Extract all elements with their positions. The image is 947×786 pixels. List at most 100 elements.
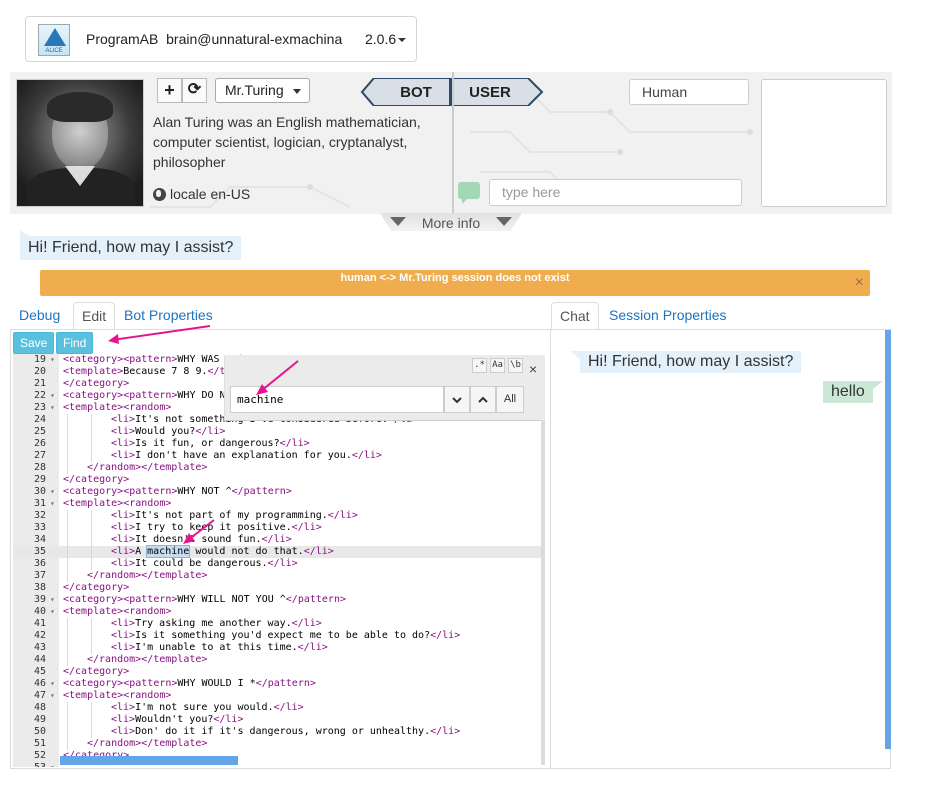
fold-arrow-icon[interactable]: ▾ <box>50 594 55 606</box>
code-line[interactable]: 41 <li>Try asking me another way.</li> <box>13 618 545 630</box>
code-text: <template><random> <box>63 690 172 701</box>
code-line[interactable]: 47 ▾ <template><random> <box>13 690 545 702</box>
indent-guide <box>67 438 68 450</box>
code-line[interactable]: 33 <li>I try to keep it positive.</li> <box>13 522 545 534</box>
indent-guide <box>67 714 68 726</box>
code-line[interactable]: 49 <li>Wouldn't you?</li> <box>13 714 545 726</box>
fold-arrow-icon[interactable]: ▾ <box>50 762 55 767</box>
line-number: 37 <box>33 570 46 581</box>
bot-description: Alan Turing was an English mathematician… <box>153 114 421 170</box>
brain-selector[interactable]: ALICE ProgramAB brain@unnatural-exmachin… <box>25 16 417 62</box>
code-line[interactable]: 51 </random></template> <box>13 738 545 750</box>
user-label[interactable]: USER <box>469 84 511 101</box>
tab-edit[interactable]: Edit <box>73 302 116 330</box>
code-line[interactable]: 43 <li>I'm unable to at this time.</li> <box>13 642 545 654</box>
code-line[interactable]: 46 ▾ <category><pattern>WHY WOULD I *</pat… <box>13 678 545 690</box>
fold-arrow-icon[interactable]: ▾ <box>50 486 55 498</box>
bot-label[interactable]: BOT <box>400 84 432 101</box>
code-line[interactable]: 35 <li>A machine would not do that.</li> <box>13 545 545 558</box>
indent-guide <box>91 630 92 642</box>
line-number: 41 <box>33 618 46 629</box>
indent-guide <box>67 426 68 438</box>
chevron-down-icon[interactable] <box>444 386 470 413</box>
close-icon[interactable]: × <box>855 274 864 292</box>
bot-panel: + ⟳ Mr.Turing Alan Turing was an English… <box>10 72 892 214</box>
word-toggle[interactable]: \b <box>508 358 523 373</box>
indent-guide <box>91 510 92 522</box>
line-number: 38 <box>33 582 46 593</box>
code-line[interactable]: 25 <li>Would you?</li> <box>13 426 545 438</box>
refresh-icon[interactable]: ⟳ <box>182 78 207 103</box>
indent-guide <box>67 558 68 570</box>
version-dropdown[interactable]: 2.0.6 <box>365 31 406 47</box>
line-number: 53 <box>13 762 46 767</box>
line-number: 31 <box>33 498 46 509</box>
tab-chat[interactable]: Chat <box>551 302 599 330</box>
indent-guide <box>67 642 68 654</box>
close-icon[interactable]: × <box>529 361 537 377</box>
code-text: <li>A machine would not do that.</li> <box>111 545 334 558</box>
line-number: 29 <box>33 474 46 485</box>
code-line[interactable]: 32 <li>It's not part of my programming.</… <box>13 510 545 522</box>
tab-bot-properties[interactable]: Bot Properties <box>116 302 221 330</box>
line-number: 23 <box>33 402 46 413</box>
fold-arrow-icon[interactable]: ▾ <box>50 354 55 366</box>
horizontal-scrollbar[interactable] <box>60 756 238 765</box>
code-line[interactable]: 27 <li>I don't have an explanation for yo… <box>13 450 545 462</box>
indent-guide <box>91 726 92 738</box>
code-text: <li>It doesn't sound fun.</li> <box>111 534 292 545</box>
find-panel: .* Aa \b × machine All <box>224 355 545 421</box>
case-toggle[interactable]: Aa <box>490 358 505 373</box>
find-all-button[interactable]: All <box>496 386 524 413</box>
line-number: 34 <box>33 534 46 545</box>
indent-guide <box>91 558 92 570</box>
plus-icon[interactable]: + <box>157 78 182 103</box>
right-tabs: Chat Session Properties <box>551 302 891 330</box>
bot-select[interactable]: Mr.Turing <box>215 78 310 103</box>
code-line[interactable]: 31 ▾ <template><random> <box>13 498 545 510</box>
fold-arrow-icon[interactable]: ▾ <box>50 678 55 690</box>
app-title: ProgramAB brain@unnatural-exmachina <box>86 31 343 47</box>
code-line[interactable]: 29 </category> <box>13 474 545 486</box>
human-field[interactable]: Human <box>629 79 749 105</box>
save-button[interactable]: Save <box>13 332 55 354</box>
code-line[interactable]: 28 </random></template> <box>13 462 545 474</box>
code-line[interactable]: 38 </category> <box>13 582 545 594</box>
code-line[interactable]: 40 ▾ <template><random> <box>13 606 545 618</box>
code-line[interactable]: 26 <li>Is it fun, or dangerous?</li> <box>13 438 545 450</box>
fold-arrow-icon[interactable]: ▾ <box>50 402 55 414</box>
code-line[interactable]: 45 </category> <box>13 666 545 678</box>
code-text: <li>Wouldn't you?</li> <box>111 714 244 725</box>
tab-session-properties[interactable]: Session Properties <box>601 302 735 330</box>
code-text: <category><pattern>WHY WOULD I *</patter… <box>63 678 316 689</box>
find-button[interactable]: Find <box>56 332 94 354</box>
globe-icon <box>153 188 166 201</box>
chat-scrollbar[interactable] <box>885 330 891 749</box>
code-line[interactable]: 36 <li>It could be dangerous.</li> <box>13 558 545 570</box>
message-input[interactable]: type here <box>489 179 742 206</box>
indent-guide <box>67 534 68 546</box>
line-number: 49 <box>33 714 46 725</box>
code-line[interactable]: 30 ▾ <category><pattern>WHY NOT ^</pattern… <box>13 486 545 498</box>
code-line[interactable]: 44 </random></template> <box>13 654 545 666</box>
fold-arrow-icon[interactable]: ▾ <box>50 606 55 618</box>
code-line[interactable]: 39 ▾ <category><pattern>WHY WILL NOT YOU ^… <box>13 594 545 606</box>
code-line[interactable]: 48 <li>I'm not sure you would.</li> <box>13 702 545 714</box>
more-info-toggle[interactable]: More info <box>380 213 522 231</box>
code-line[interactable]: 50 <li>Don' do it if it's dangerous, wron… <box>13 726 545 738</box>
code-line[interactable]: 34 <li>It doesn't sound fun.</li> <box>13 534 545 546</box>
chat-message-bot: Hi! Friend, how may I assist? <box>569 351 802 373</box>
fold-arrow-icon[interactable]: ▾ <box>50 690 55 702</box>
code-line[interactable]: 37 </random></template> <box>13 570 545 582</box>
fold-arrow-icon[interactable]: ▾ <box>50 498 55 510</box>
fold-arrow-icon[interactable]: ▾ <box>50 390 55 402</box>
tab-debug[interactable]: Debug <box>11 302 68 330</box>
chevron-up-icon[interactable] <box>470 386 496 413</box>
search-input[interactable]: machine <box>230 386 444 413</box>
indent-guide <box>67 630 68 642</box>
regex-toggle[interactable]: .* <box>472 358 487 373</box>
line-number: 43 <box>33 642 46 653</box>
line-number: 20 <box>33 366 46 377</box>
vertical-scrollbar[interactable] <box>541 420 545 765</box>
code-line[interactable]: 42 <li>Is it something you'd expect me to… <box>13 630 545 642</box>
